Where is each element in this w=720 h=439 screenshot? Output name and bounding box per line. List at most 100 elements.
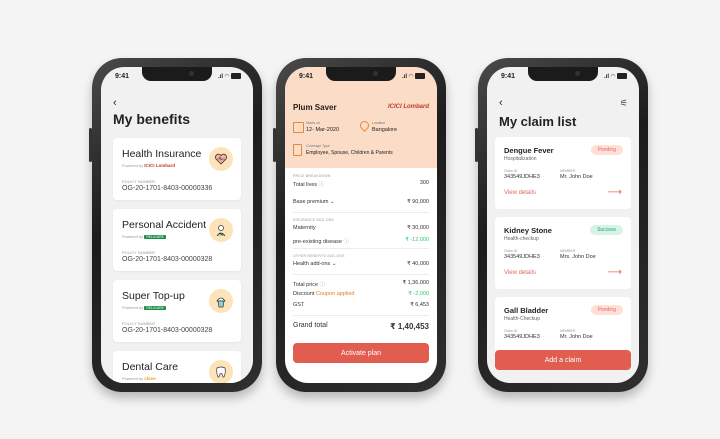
location-label: Location <box>372 121 386 125</box>
page-title: My claim list <box>499 114 577 129</box>
arrow-right-icon[interactable]: ⟶ <box>608 267 622 278</box>
filter-icon[interactable]: ⚟ <box>620 98 628 109</box>
calendar-icon <box>293 122 304 133</box>
policy-number: OG-20-1701-8403-00000336 <box>122 185 213 192</box>
signal-icon: .ıl ◠ <box>402 73 425 83</box>
row-base-premium[interactable]: Base premium ⌄ ₹ 90,000 <box>293 199 429 205</box>
insurance-addons-label: INSURANCE ADD-ONS <box>293 218 334 222</box>
member-label: MEMBER <box>560 249 576 253</box>
claim-id-label: Claim ID <box>504 249 518 253</box>
divider <box>293 212 429 213</box>
benefit-name: Super Top-up <box>122 290 185 302</box>
claim-name: Dengue Fever <box>504 146 554 155</box>
status-time: 9:41 <box>115 73 130 80</box>
notch <box>142 67 212 81</box>
phone-plan: 9:41 .ıl ◠ Plum Saver ICICI Lombard Star… <box>273 58 446 392</box>
add-claim-button[interactable]: Add a claim <box>495 350 631 370</box>
status-time: 9:41 <box>299 73 314 80</box>
policy-label: POLICY NUMBER <box>122 250 156 255</box>
powered-by: Powered by clove <box>122 376 156 381</box>
signal-icon: .ıl ◠ <box>604 73 627 83</box>
claim-id: 343549JDHE3 <box>504 334 540 340</box>
price-breakdown-label: PRICE BREAKDOWN <box>293 174 331 178</box>
row-grand-total: Grand total ₹ 1,40,453 <box>293 322 429 331</box>
claim-card[interactable]: Dengue Fever Hospitalization Pending Cla… <box>495 137 631 209</box>
info-icon: ⓘ <box>343 239 349 245</box>
benefit-card-accident[interactable]: Personal Accident Powered by RELIGARE PO… <box>113 209 241 271</box>
claim-name: Kidney Stone <box>504 226 552 235</box>
info-icon: ⓘ <box>318 182 325 188</box>
claim-id-label: Claim ID <box>504 169 518 173</box>
benefit-card-topup[interactable]: Super Top-up Powered by RELIGARE POLICY … <box>113 280 241 342</box>
member-name: Mr. John Doe <box>560 174 593 180</box>
activate-plan-button[interactable]: Activate plan <box>293 343 429 363</box>
policy-label: POLICY NUMBER <box>122 321 156 326</box>
location-value: Bangalore <box>372 127 398 133</box>
claim-type: Hospitalization <box>504 156 537 162</box>
claim-id-label: Claim ID <box>504 329 518 333</box>
status-time: 9:41 <box>501 73 516 80</box>
claim-type: Health-checkup <box>504 236 539 242</box>
status-badge: Success <box>590 225 623 235</box>
screen: 9:41 .ıl ◠ ‹ ⚟ My claim list Dengue Feve… <box>487 67 639 383</box>
benefit-name: Dental Care <box>122 361 179 373</box>
accident-icon <box>209 218 233 242</box>
starts-on-value: 12- Mar-2020 <box>306 127 340 133</box>
view-details-link[interactable]: View details <box>504 190 536 196</box>
claim-id: 343549JDHE3 <box>504 254 540 260</box>
back-button[interactable]: ‹ <box>499 97 503 109</box>
notch <box>326 67 396 81</box>
claim-id: 343549JDHE3 <box>504 174 540 180</box>
heart-icon <box>209 147 233 171</box>
notch <box>528 67 598 81</box>
row-total-price: Total price ⓘ ₹ 1,36,000 <box>293 280 429 288</box>
screen: 9:41 .ıl ◠ Plum Saver ICICI Lombard Star… <box>285 67 437 383</box>
arrow-right-icon[interactable]: ⟶ <box>608 187 622 198</box>
plan-name: Plum Saver <box>293 103 337 112</box>
other-addons-label: OTHER BENEFITS ADD-ONS <box>293 254 345 258</box>
member-label: MEMBER <box>560 169 576 173</box>
divider <box>293 315 429 316</box>
benefit-name: Health Insurance <box>122 148 202 160</box>
divider <box>293 248 429 249</box>
benefit-card-dental[interactable]: Dental Care Powered by clove <box>113 351 241 383</box>
row-total-lives: Total lives ⓘ 300 <box>293 180 429 188</box>
powered-by: Powered by RELIGARE <box>122 305 166 310</box>
row-gst: GST ₹ 6,453 <box>293 302 429 308</box>
phone-benefits: 9:41 .ıl ◠ ‹ My benefits Health Insuranc… <box>89 58 262 392</box>
claim-card[interactable]: Kidney Stone Health-checkup Success Clai… <box>495 217 631 289</box>
coverage-value: Employee, Spouse, Children & Parents <box>306 150 393 156</box>
member-name: Mrs. John Doe <box>560 254 596 260</box>
view-details-link[interactable]: View details <box>504 270 536 276</box>
member-name: Mr. John Doe <box>560 334 593 340</box>
insurer-logo: ICICI Lombard <box>387 104 429 110</box>
screen: 9:41 .ıl ◠ ‹ My benefits Health Insuranc… <box>101 67 253 383</box>
row-maternity: Maternity ₹ 30,000 <box>293 225 429 231</box>
policy-number: OG-20-1701-8403-00000328 <box>122 327 213 334</box>
signal-icon: .ıl ◠ <box>218 73 241 83</box>
policy-label: POLICY NUMBER <box>122 179 156 184</box>
status-badge: Pending <box>590 145 623 155</box>
chevron-down-icon: ⌄ <box>331 261 337 267</box>
claim-card[interactable]: Gall Bladder Health-Checkup Pending Clai… <box>495 297 631 357</box>
page-title: My benefits <box>113 111 191 127</box>
starts-on-label: Starts on <box>306 121 321 125</box>
status-badge: Pending <box>590 305 623 315</box>
claim-name: Gall Bladder <box>504 306 549 315</box>
info-icon: ⓘ <box>319 282 326 288</box>
row-discount: Discount Coupon applied ₹ -2,000 <box>293 291 429 297</box>
claim-type: Health-Checkup <box>504 316 540 322</box>
back-button[interactable]: ‹ <box>113 97 117 109</box>
row-health-addons[interactable]: Health add-ons ⌄ ₹ 40,000 <box>293 261 429 267</box>
benefit-card-health[interactable]: Health Insurance Powered by ICICI Lombar… <box>113 138 241 200</box>
coverage-label: Coverage Type <box>306 144 330 148</box>
phone-claims: 9:41 .ıl ◠ ‹ ⚟ My claim list Dengue Feve… <box>475 58 648 392</box>
row-preexisting: pre-existing disease ⓘ ₹ -12,000 <box>293 237 429 245</box>
cupcake-icon <box>209 289 233 313</box>
benefit-name: Personal Accident <box>122 219 207 231</box>
chevron-down-icon: ⌄ <box>330 199 335 205</box>
policy-number: OG-20-1701-8403-00000328 <box>122 256 213 263</box>
document-icon <box>293 144 302 156</box>
tooth-icon <box>209 360 233 383</box>
divider <box>293 274 429 275</box>
